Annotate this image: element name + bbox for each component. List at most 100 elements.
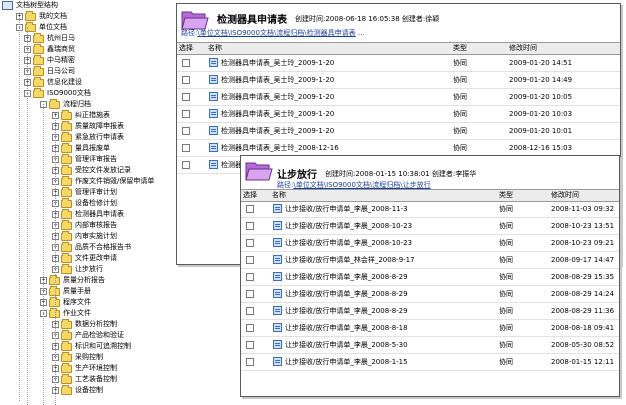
breadcrumb-link-process[interactable]: \流程归档	[370, 181, 400, 189]
table-row[interactable]: 让步接收/放行申请单_李晨_2008-8-29 协同 2008-08-29 15:3…	[241, 269, 619, 286]
row-checkbox[interactable]	[246, 256, 254, 264]
tree-node[interactable]: + 杭州日马	[24, 32, 75, 44]
table-row[interactable]: 让步接收/放行申请单_李晨_2008-1-15 协同 2008-01-15 12:1…	[241, 354, 619, 371]
row-checkbox[interactable]	[182, 59, 190, 67]
table-row[interactable]: 让步接收/放行申请单_李晨_2008-8-18 协同 2008-08-18 09:4…	[241, 320, 619, 337]
row-name-link[interactable]: 检测器具申请表_吴士玲_2009-1-20	[221, 123, 334, 139]
column-modified[interactable]: 修改时间	[551, 190, 579, 201]
tree-node[interactable]: + 量具报废单	[52, 142, 110, 154]
tree-node[interactable]: + 生产环境控制	[52, 362, 117, 374]
row-checkbox[interactable]	[182, 161, 190, 169]
tree-node[interactable]: + 采购控制	[52, 351, 103, 363]
row-checkbox[interactable]	[246, 358, 254, 366]
table-row[interactable]: 检测器具申请表_吴士玲_2009-1-20 协同 2009-01-20 14:49	[177, 72, 620, 89]
tree-node[interactable]: + 产品检验和验证	[52, 329, 124, 341]
tree-node[interactable]: + 鑫瑞商贸	[24, 43, 75, 55]
row-checkbox[interactable]	[246, 324, 254, 332]
tree-root[interactable]: 文档树型结构	[2, 0, 58, 11]
row-name-link[interactable]: 让步接收/放行申请单_林会祥_2008-9-17	[285, 252, 415, 268]
breadcrumb-link-iso[interactable]: \ISO9000文档	[324, 181, 370, 189]
row-name-link[interactable]: 检测器具申请表_吴士玲_2009-1-20	[221, 89, 334, 105]
tree-node[interactable]: - 单位文档	[16, 21, 67, 33]
tree-node[interactable]: + 标识和可追溯控制	[52, 340, 131, 352]
tree-node[interactable]: + 受控文件发放记录	[52, 164, 131, 176]
tree-node[interactable]: + 质量手册	[40, 285, 91, 297]
breadcrumb-more[interactable]: ...	[358, 29, 365, 37]
table-row[interactable]: 检测器具申请表_吴士玲_2009-1-20 协同 2009-01-20 10:01	[177, 123, 620, 140]
table-row[interactable]: 检测器具申请表_吴士玲_2009-1-20 协同 2009-01-20 10:03	[177, 106, 620, 123]
tree-node[interactable]: + 程序文件	[40, 296, 91, 308]
row-name-link[interactable]: 让步接收/放行申请单_李晨_2008-1-15	[285, 354, 408, 370]
table-row[interactable]: 让步接收/放行申请单_林会祥_2008-9-17 协同 2008-09-17 14:…	[241, 252, 619, 269]
tree-node[interactable]: - 作业文件	[40, 307, 91, 319]
tree-node[interactable]: + 数据分析控制	[52, 318, 117, 330]
breadcrumb-link-unit[interactable]: \单位文档	[197, 29, 227, 37]
column-modified[interactable]: 修改时间	[509, 43, 537, 54]
row-checkbox[interactable]	[246, 341, 254, 349]
table-row[interactable]: 检测器具申请表_吴士玲_2009-1-20 协同 2009-01-20 10:05	[177, 89, 620, 106]
breadcrumb-link-process[interactable]: \流程归档	[274, 29, 304, 37]
tree-node[interactable]: + 质量故障申报表	[52, 120, 124, 132]
tree-node[interactable]: + 纠正措施表	[52, 109, 110, 121]
row-name-link[interactable]: 让步接收/放行申请单_李晨_2008-10-23	[285, 218, 412, 234]
tree-node[interactable]: - 流程归档	[40, 98, 91, 110]
tree-node[interactable]: + 我的文档	[16, 10, 67, 22]
row-checkbox[interactable]	[182, 93, 190, 101]
row-name-link[interactable]: 让步接收/放行申请单_李晨_2008-8-18	[285, 320, 408, 336]
tree-node[interactable]: + 管理评审报告	[52, 153, 117, 165]
row-name-link[interactable]: 让步接收/放行申请单_李晨_2008-8-29	[285, 286, 408, 302]
table-row[interactable]: 让步接收/放行申请单_李晨_2008-5-30 协同 2008-05-30 08:5…	[241, 337, 619, 354]
row-name-link[interactable]: 检测器具申请表_吴士玲_2009-1-20	[221, 72, 334, 88]
tree-node[interactable]: + 设备检修计划	[52, 197, 117, 209]
tree-node[interactable]: + 检测器具申请表	[52, 208, 124, 220]
tree-node[interactable]: + 内审实施计划	[52, 230, 117, 242]
column-select[interactable]: 选择	[179, 43, 193, 54]
table-row[interactable]: 让步接收/放行申请单_李晨_2008-8-29 协同 2008-08-29 14:2…	[241, 286, 619, 303]
breadcrumb-link-iso[interactable]: \ISO9000文档	[228, 29, 274, 37]
table-row[interactable]: 让步接收/放行申请单_李晨_2008-10-23 协同 2008-10-23 09:…	[241, 235, 619, 252]
row-name-link[interactable]: 检测器具申请表_吴士玲_2009-1-20	[221, 55, 334, 71]
column-type[interactable]: 类型	[453, 43, 467, 54]
table-row[interactable]: 让步接收/放行申请单_李晨_2008-11-3 协同 2008-11-03 09:3…	[241, 201, 619, 218]
row-checkbox[interactable]	[182, 144, 190, 152]
row-name-link[interactable]: 让步接收/放行申请单_李晨_2008-5-30	[285, 337, 408, 353]
row-checkbox[interactable]	[246, 205, 254, 213]
row-checkbox[interactable]	[246, 239, 254, 247]
column-type[interactable]: 类型	[499, 190, 513, 201]
tree-node[interactable]: + 日马公司	[24, 65, 75, 77]
tree-node[interactable]: + 工艺装备控制	[52, 373, 117, 385]
column-select[interactable]: 选择	[243, 190, 257, 201]
row-checkbox[interactable]	[182, 76, 190, 84]
tree-node[interactable]: - ISO9000文档	[24, 87, 91, 99]
tree-node[interactable]: + 中马精密	[24, 54, 75, 66]
row-name-link[interactable]: 检测器具申请表_吴士玲_2008-12-16	[221, 140, 339, 156]
row-checkbox[interactable]	[246, 222, 254, 230]
row-name-link[interactable]: 让步接收/放行申请单_李晨_2008-11-3	[285, 201, 408, 217]
tree-node[interactable]: + 质量分析报告	[40, 274, 105, 286]
tree-node[interactable]: + 紧急放行申请表	[52, 131, 124, 143]
tree-node[interactable]: + 信息化建设	[24, 76, 82, 88]
row-checkbox[interactable]	[182, 110, 190, 118]
row-name-link[interactable]: 让步接收/放行申请单_李晨_2008-8-29	[285, 303, 408, 319]
tree-node[interactable]: + 作废文件销毁/保留申请单	[52, 175, 154, 187]
tree-node[interactable]: + 让步放行	[52, 263, 103, 275]
column-name[interactable]: 名称	[208, 43, 222, 54]
tree-node[interactable]: + 管理评审计划	[52, 186, 117, 198]
row-checkbox[interactable]	[246, 290, 254, 298]
row-name-link[interactable]: 让步接收/放行申请单_李晨_2008-10-23	[285, 235, 412, 251]
breadcrumb-link-unit[interactable]: \单位文档	[293, 181, 323, 189]
column-name[interactable]: 名称	[272, 190, 286, 201]
row-name-link[interactable]: 让步接收/放行申请单_李晨_2008-8-29	[285, 269, 408, 285]
row-name-link[interactable]: 检测器具申请表_吴士玲_2009-1-20	[221, 106, 334, 122]
row-checkbox[interactable]	[182, 127, 190, 135]
table-row[interactable]: 让步接收/放行申请单_李晨_2008-8-29 协同 2008-08-29 11:3…	[241, 303, 619, 320]
table-row[interactable]: 让步接收/放行申请单_李晨_2008-10-23 协同 2008-10-23 13:…	[241, 218, 619, 235]
row-checkbox[interactable]	[246, 307, 254, 315]
row-checkbox[interactable]	[246, 273, 254, 281]
table-row[interactable]: 检测器具申请表_吴士玲_2009-1-20 协同 2009-01-20 14:51	[177, 55, 620, 72]
breadcrumb-link-current[interactable]: \检测器具申请表	[304, 29, 355, 37]
tree-node[interactable]: + 内部审核报告	[52, 219, 117, 231]
tree-node[interactable]: + 设备控制	[52, 384, 103, 396]
tree-node[interactable]: + 品质不合格报告书	[52, 241, 131, 253]
breadcrumb-link-current[interactable]: \让步放行	[400, 181, 430, 189]
